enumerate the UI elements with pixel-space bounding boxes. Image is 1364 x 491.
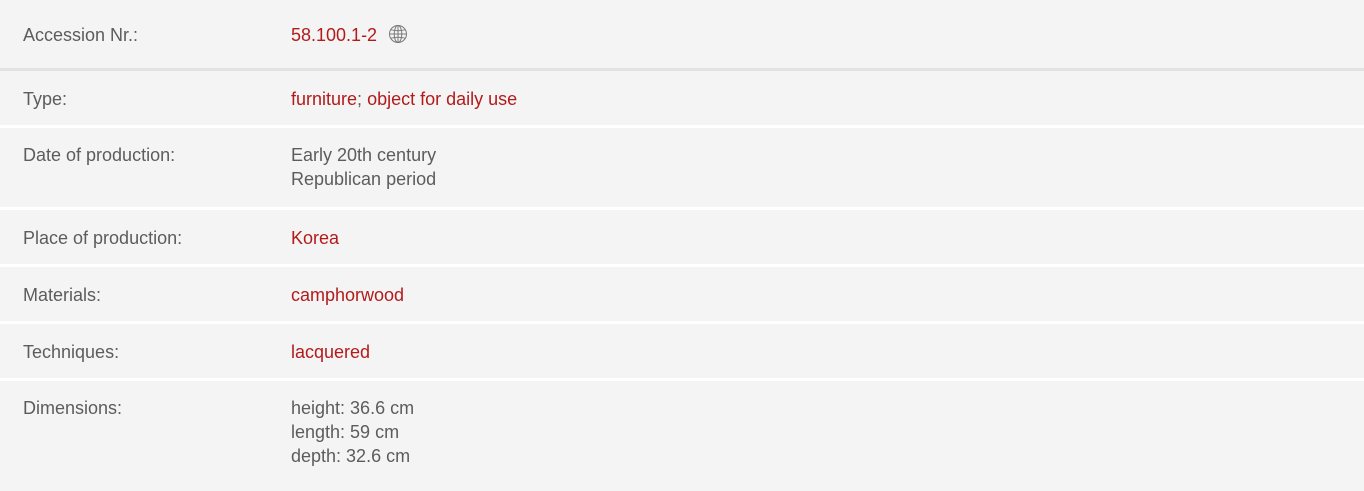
- dimensions-row: Dimensions: height: 36.6 cm length: 59 c…: [0, 381, 1364, 491]
- type-separator: ;: [357, 89, 363, 109]
- type-link-daily-use[interactable]: object for daily use: [367, 89, 517, 109]
- materials-row: Materials: camphorwood: [0, 267, 1364, 324]
- type-link-furniture[interactable]: furniture: [291, 89, 357, 109]
- accession-number-link[interactable]: 58.100.1-2: [291, 25, 377, 45]
- accession-label: Accession Nr.:: [23, 25, 139, 45]
- dimension-length: length: 59 cm: [291, 422, 400, 442]
- dimensions-label: Dimensions:: [23, 398, 123, 418]
- techniques-row: Techniques: lacquered: [0, 324, 1364, 381]
- type-label: Type:: [23, 89, 68, 109]
- place-value: Korea: [291, 226, 1364, 250]
- globe-icon[interactable]: [388, 24, 408, 44]
- date-value: Early 20th century Republican period: [291, 143, 1364, 191]
- materials-label: Materials:: [23, 285, 102, 305]
- date-row: Date of production: Early 20th century R…: [0, 128, 1364, 210]
- place-row: Place of production: Korea: [0, 210, 1364, 267]
- place-label: Place of production:: [23, 228, 183, 248]
- accession-value: 58.100.1-2: [291, 23, 1364, 47]
- date-label: Date of production:: [23, 145, 176, 165]
- techniques-label: Techniques:: [23, 342, 120, 362]
- dimension-depth: depth: 32.6 cm: [291, 446, 411, 466]
- object-details-table: Accession Nr.: 58.100.1-2 Type: furnitur…: [0, 0, 1364, 491]
- techniques-link[interactable]: lacquered: [291, 342, 370, 362]
- type-value: furniture; object for daily use: [291, 87, 1364, 111]
- period-line: Republican period: [291, 169, 437, 189]
- materials-link[interactable]: camphorwood: [291, 285, 404, 305]
- type-row: Type: furniture; object for daily use: [0, 71, 1364, 128]
- date-line: Early 20th century: [291, 145, 437, 165]
- materials-value: camphorwood: [291, 283, 1364, 307]
- dimension-height: height: 36.6 cm: [291, 398, 415, 418]
- techniques-value: lacquered: [291, 340, 1364, 364]
- place-link[interactable]: Korea: [291, 228, 339, 248]
- accession-row: Accession Nr.: 58.100.1-2: [0, 0, 1364, 71]
- dimensions-value: height: 36.6 cm length: 59 cm depth: 32.…: [291, 396, 1364, 468]
